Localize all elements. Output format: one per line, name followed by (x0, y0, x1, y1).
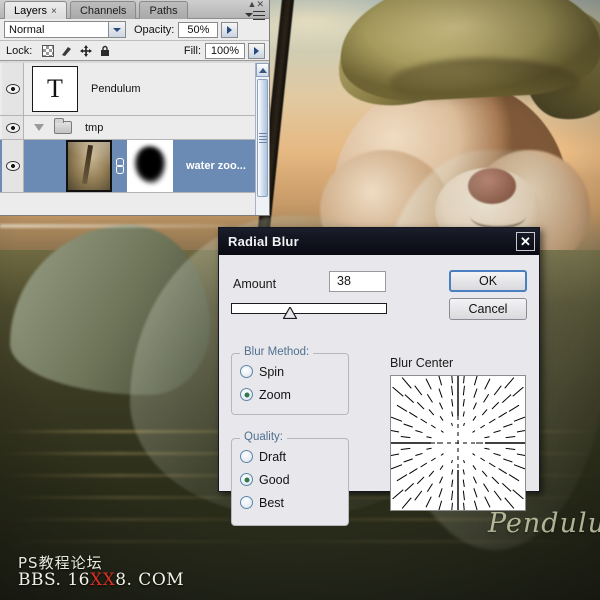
layer-list: T Pendulum tmp water zoo... (0, 63, 269, 215)
link-mask-icon[interactable] (115, 158, 124, 174)
scrollbar-thumb[interactable] (257, 79, 268, 197)
layer-thumbnail[interactable] (66, 140, 112, 192)
layer-row-water-zoom[interactable]: water zoo... (0, 140, 269, 193)
watermark-line-2: BBS. 16XX8. COM (18, 569, 185, 590)
blend-options-row: Normal Opacity: 50% (0, 19, 269, 41)
lock-image-pixels-icon[interactable] (61, 45, 73, 57)
dialog-title: Radial Blur (228, 234, 299, 249)
watermark-text-a: BBS. 16 (18, 569, 90, 590)
collapse-arrows-icon[interactable]: ▲✕ (248, 0, 264, 10)
glass-highlight (0, 224, 250, 228)
tab-layers-label: Layers (14, 5, 48, 17)
radio-blur-method-zoom[interactable]: Zoom (232, 383, 348, 406)
water-ripple (0, 540, 600, 543)
text-layer-thumbnail[interactable]: T (32, 66, 78, 112)
lock-label: Lock: (6, 44, 33, 57)
quality-legend: Quality: (240, 431, 287, 443)
opacity-label: Opacity: (134, 23, 175, 36)
layer-row-pendulum[interactable]: T Pendulum (0, 63, 269, 116)
radio-quality-draft[interactable]: Draft (232, 445, 348, 468)
group-name-label: tmp (85, 121, 104, 134)
lock-all-icon[interactable] (99, 45, 111, 57)
layer-visibility-toggle[interactable] (2, 140, 24, 192)
watermark: PS教程论坛 BBS. 16XX8. COM (18, 555, 185, 590)
scroll-up-button[interactable] (256, 63, 269, 77)
tab-paths-label: Paths (149, 5, 178, 17)
radio-blur-method-spin[interactable]: Spin (232, 360, 348, 383)
fill-slider-arrow-icon[interactable] (248, 42, 265, 59)
artwork-signature: Pendulu (487, 508, 600, 539)
radio-label: Spin (259, 364, 285, 379)
panel-tabstrip: Layers × Channels Paths ▲✕ (0, 0, 269, 22)
pirate-hat-shadow (390, 58, 580, 108)
tab-paths[interactable]: Paths (139, 1, 188, 19)
radio-icon-selected (240, 473, 253, 486)
layers-panel: Layers × Channels Paths ▲✕ Normal Opacity… (0, 0, 270, 216)
opacity-slider-arrow-icon[interactable] (221, 21, 239, 38)
radio-icon (240, 450, 253, 463)
radio-label: Draft (259, 449, 287, 464)
ok-button[interactable]: OK (449, 270, 527, 292)
chevron-down-icon[interactable] (108, 22, 125, 37)
amount-input[interactable]: 38 (329, 271, 386, 292)
dialog-titlebar[interactable]: Radial Blur ✕ (219, 228, 539, 255)
fill-label: Fill: (183, 44, 201, 57)
layer-name-label: water zoo... (186, 160, 246, 172)
panel-menu-icon[interactable] (245, 10, 265, 22)
dialog-body: Amount 38 Blur Method: Spin Zoom Quality… (219, 255, 539, 526)
watermark-text-b: 8. COM (115, 569, 185, 590)
amount-slider-thumb[interactable] (283, 307, 298, 319)
layer-name-label: Pendulum (91, 83, 141, 95)
eye-icon (5, 84, 20, 94)
chevron-down-icon[interactable] (34, 124, 44, 131)
scrollbar-grip-icon (258, 131, 267, 145)
lock-row: Lock: Fill: 100% (0, 41, 269, 61)
blur-center-preview[interactable] (390, 375, 526, 511)
blur-center-label: Blur Center (390, 356, 454, 370)
group-visibility-toggle[interactable] (2, 116, 24, 139)
radio-icon-selected (240, 388, 253, 401)
layer-row-group-tmp[interactable]: tmp (0, 116, 269, 140)
quality-group: Quality: Draft Good Best (231, 431, 349, 526)
radio-label: Best (259, 495, 285, 510)
radio-icon (240, 496, 253, 509)
radio-quality-best[interactable]: Best (232, 491, 348, 514)
amount-slider-track[interactable] (231, 303, 387, 314)
amount-label: Amount (233, 277, 277, 291)
layer-list-scrollbar[interactable] (255, 63, 269, 215)
tab-layers[interactable]: Layers × (4, 1, 67, 19)
lock-position-icon[interactable] (80, 44, 93, 57)
blend-mode-value: Normal (9, 23, 45, 36)
radio-label: Good (259, 472, 290, 487)
layer-visibility-toggle[interactable] (2, 63, 24, 115)
radio-label: Zoom (259, 387, 291, 402)
blur-method-group: Blur Method: Spin Zoom (231, 346, 349, 415)
fill-input[interactable]: 100% (205, 42, 245, 59)
layer-mask-thumbnail[interactable] (127, 140, 173, 192)
eye-icon (5, 161, 20, 171)
tab-channels[interactable]: Channels (69, 1, 137, 19)
radial-blur-dialog: Radial Blur ✕ Amount 38 Blur Method: Spi… (218, 227, 540, 526)
radio-quality-good[interactable]: Good (232, 468, 348, 491)
close-icon[interactable]: ✕ (516, 232, 535, 251)
lock-transparent-pixels-icon[interactable] (42, 44, 55, 57)
opacity-input[interactable]: 50% (178, 21, 219, 38)
folder-icon (54, 118, 72, 134)
close-icon[interactable]: × (51, 6, 57, 17)
tab-channels-label: Channels (79, 5, 127, 17)
eye-icon (5, 122, 20, 133)
blur-method-legend: Blur Method: (240, 346, 314, 358)
blend-mode-select[interactable]: Normal (4, 21, 126, 38)
cancel-button[interactable]: Cancel (449, 298, 527, 320)
radio-icon (240, 365, 253, 378)
watermark-text-highlight: XX (89, 569, 116, 590)
